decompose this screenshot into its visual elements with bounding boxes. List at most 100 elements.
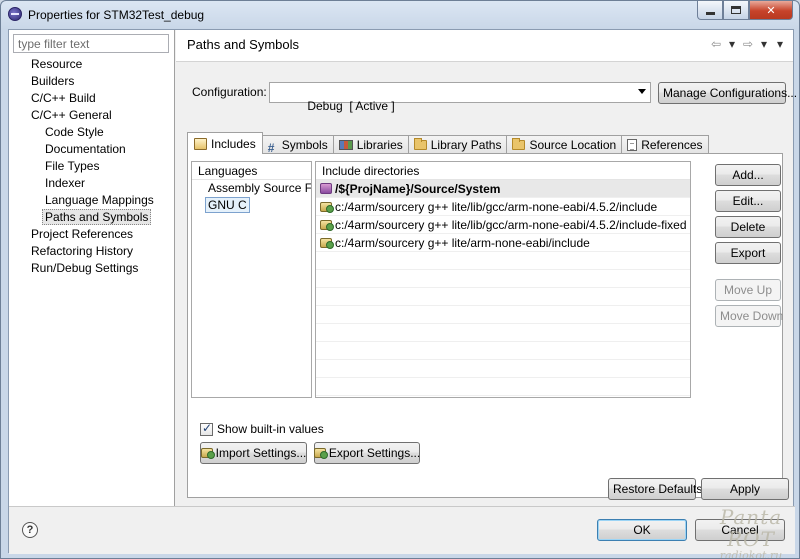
apply-button[interactable]: Apply	[701, 478, 789, 500]
sidebar-item[interactable]: Resource	[9, 56, 174, 73]
tab-library-paths[interactable]: Library Paths	[407, 135, 508, 154]
maximize-icon	[731, 6, 741, 14]
property-tree: Resource Builders C/C++ Build C/C++ General…	[9, 56, 174, 277]
filter-input[interactable]	[13, 34, 169, 53]
sidebar-item[interactable]: File Types	[9, 158, 174, 175]
hash-icon: #	[267, 141, 275, 155]
folder-icon	[413, 138, 427, 150]
sidebar-item[interactable]: Documentation	[9, 141, 174, 158]
include-icon	[194, 137, 207, 150]
dropdown-arrow-icon	[638, 89, 646, 94]
restore-defaults-button[interactable]: Restore Defaults	[608, 478, 702, 500]
include-directories-items: /${ProjName}/Source/System c:/4arm/source…	[316, 180, 690, 396]
sidebar-item[interactable]: Project References	[9, 226, 174, 243]
manage-configurations-button[interactable]: Manage Configurations...	[658, 82, 797, 104]
include-folder-icon	[320, 237, 334, 249]
tab-label: Libraries	[356, 138, 403, 152]
include-folder-icon	[320, 201, 334, 213]
forward-menu-icon[interactable]: ▾	[758, 37, 770, 51]
title-bar[interactable]: Properties for STM32Test_debug ✕	[1, 1, 799, 29]
folder-icon	[512, 138, 526, 150]
include-directory-row[interactable]: c:/4arm/sourcery g++ lite/arm-none-eabi/…	[316, 234, 690, 252]
tab-label: Source Location	[529, 138, 617, 152]
include-directory-path: /${ProjName}/Source/System	[335, 181, 501, 196]
sidebar-item-label: C/C++ General	[31, 108, 112, 122]
tab-label: Includes	[211, 136, 256, 151]
forward-arrow-icon[interactable]: ⇨	[742, 37, 754, 51]
page-header: Paths and Symbols ⇦ ▾ ⇨ ▾ ▾	[176, 30, 793, 62]
empty-table-row	[316, 378, 690, 396]
import-settings-icon	[200, 448, 215, 459]
language-label: GNU C	[205, 197, 250, 213]
sidebar-item-label: Indexer	[45, 176, 86, 190]
properties-window: Properties for STM32Test_debug ✕ Resourc…	[0, 0, 800, 559]
doc-icon	[627, 139, 638, 151]
include-directory-path: c:/4arm/sourcery g++ lite/lib/gcc/arm-no…	[335, 199, 658, 214]
sidebar-item-label: Builders	[31, 74, 75, 88]
tab-label: References	[641, 138, 703, 152]
language-item[interactable]: GNU C	[192, 197, 311, 214]
tab-libraries[interactable]: Libraries	[332, 135, 409, 154]
ok-button[interactable]: OK	[597, 519, 687, 541]
sidebar-item[interactable]: C/C++ Build	[9, 90, 174, 107]
include-directory-row[interactable]: /${ProjName}/Source/System	[316, 180, 690, 198]
sidebar-item[interactable]: Builders	[9, 73, 174, 90]
maximize-button[interactable]	[723, 1, 749, 20]
sidebar-item-label: Code Style	[45, 125, 104, 139]
minimize-button[interactable]	[697, 1, 723, 20]
sidebar-item-label: Refactoring History	[31, 244, 134, 258]
sidebar-item[interactable]: Indexer	[9, 175, 174, 192]
tab-references[interactable]: References	[621, 135, 709, 154]
empty-table-row	[316, 306, 690, 324]
empty-table-row	[316, 324, 690, 342]
sidebar-item[interactable]: Refactoring History	[9, 243, 174, 260]
configuration-value: Debug [ Active ]	[307, 99, 395, 113]
include-directories-list: Include directories /${ProjName}/Source/…	[315, 161, 691, 398]
include-directory-row[interactable]: c:/4arm/sourcery g++ lite/lib/gcc/arm-no…	[316, 198, 690, 216]
add-button[interactable]: Add...	[715, 164, 781, 186]
configuration-label: Configuration:	[192, 85, 267, 99]
sidebar-item[interactable]: Language Mappings	[9, 192, 174, 209]
import-settings-button[interactable]: Import Settings...	[200, 442, 307, 464]
include-directory-row[interactable]: c:/4arm/sourcery g++ lite/lib/gcc/arm-no…	[316, 216, 690, 234]
delete-button[interactable]: Delete	[715, 216, 781, 238]
paths-tabs: Includes # Symbols Libraries Library Paths So…	[187, 132, 709, 155]
languages-header: Languages	[192, 162, 311, 180]
include-folder-icon	[320, 219, 334, 231]
sidebar-item[interactable]: Run/Debug Settings	[9, 260, 174, 277]
move-up-button[interactable]: Move Up	[715, 279, 781, 301]
tab-symbols[interactable]: # Symbols	[261, 135, 334, 155]
language-item[interactable]: Assembly Source File	[192, 180, 311, 197]
sidebar-item[interactable]: C/C++ General	[9, 107, 174, 124]
cancel-button[interactable]: Cancel	[695, 519, 785, 541]
view-menu-icon[interactable]: ▾	[774, 37, 786, 51]
export-button[interactable]: Export	[715, 242, 781, 264]
edit-button[interactable]: Edit...	[715, 190, 781, 212]
sidebar-item[interactable]: Paths and Symbols	[9, 209, 174, 226]
show-built-in-checkbox[interactable]	[200, 421, 213, 436]
back-menu-icon[interactable]: ▾	[726, 37, 738, 51]
empty-table-row	[316, 270, 690, 288]
sidebar-item-label: Language Mappings	[45, 193, 154, 207]
sidebar-item-label: Resource	[31, 57, 83, 71]
export-settings-button[interactable]: Export Settings...	[313, 442, 421, 464]
show-built-in-values[interactable]: Show built-in values	[200, 421, 324, 436]
tab-source-location[interactable]: Source Location	[506, 135, 623, 154]
languages-list: Languages Assembly Source File GNU C	[191, 161, 312, 398]
workspace-folder-icon	[320, 183, 332, 194]
eclipse-app-icon	[8, 7, 22, 21]
help-icon[interactable]: ?	[22, 522, 38, 538]
move-down-button[interactable]: Move Down	[715, 305, 783, 327]
export-settings-label: Export Settings...	[328, 446, 421, 460]
sidebar-item[interactable]: Code Style	[9, 124, 174, 141]
back-arrow-icon[interactable]: ⇦	[710, 37, 722, 51]
close-button[interactable]: ✕	[749, 1, 793, 20]
dialog-client-area: Resource Builders C/C++ Build C/C++ General…	[8, 29, 797, 554]
dialog-button-bar: ? OK Cancel	[9, 506, 795, 554]
sidebar-item-label: Run/Debug Settings	[31, 261, 139, 275]
sidebar-item-label: Paths and Symbols	[42, 209, 152, 225]
window-title: Properties for STM32Test_debug	[28, 8, 205, 22]
tab-includes[interactable]: Includes	[187, 132, 263, 154]
configuration-select[interactable]: Debug [ Active ]	[269, 82, 651, 113]
empty-table-row	[316, 252, 690, 270]
